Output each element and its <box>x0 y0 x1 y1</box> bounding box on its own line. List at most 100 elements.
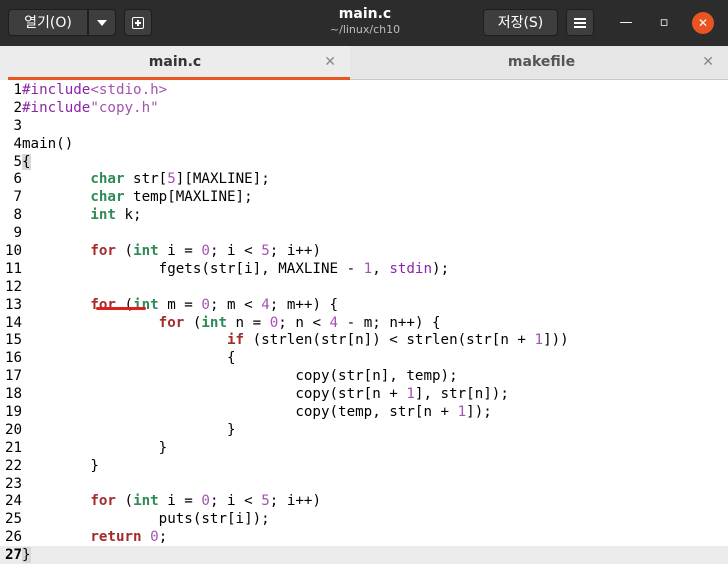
code-token: for <box>90 243 116 260</box>
code-line[interactable]: 2#include"copy.h" <box>5 100 569 118</box>
code-line[interactable]: 6 char str[5][MAXLINE]; <box>5 171 569 189</box>
code-token: (strlen(str[n]) < strlen(str[n + <box>244 332 535 349</box>
new-tab-icon <box>132 17 144 29</box>
code-line[interactable]: 22 } <box>5 458 569 476</box>
code-token: 4 <box>329 314 339 331</box>
code-line[interactable]: 1#include<stdio.h> <box>5 82 569 100</box>
code-token: ( <box>115 243 134 260</box>
code-token: ; i++) <box>269 493 321 510</box>
code-token: ( <box>115 296 134 313</box>
code-token: for <box>90 493 116 510</box>
close-tab-icon[interactable]: ✕ <box>324 46 336 78</box>
code-token: 1 <box>534 332 544 349</box>
window-subtitle: ~/linux/ch10 <box>329 23 401 36</box>
code-content[interactable]: 1#include<stdio.h> 2#include"copy.h" 3 4mai… <box>5 82 569 565</box>
code-token: 5 <box>261 493 270 510</box>
code-editor[interactable]: 1#include<stdio.h> 2#include"copy.h" 3 4mai… <box>0 81 728 566</box>
code-token: } <box>22 439 168 456</box>
window-title: main.c <box>338 6 392 22</box>
code-line[interactable]: 25 puts(str[i]); <box>5 511 569 529</box>
line-number: 22 <box>5 457 23 474</box>
code-line[interactable]: 11 fgets(str[i], MAXLINE - 1, stdin); <box>5 261 569 279</box>
line-number: 25 <box>5 511 23 528</box>
code-line[interactable]: 27} <box>5 547 569 565</box>
code-token: , <box>372 260 390 277</box>
code-token: str[ <box>124 171 168 188</box>
code-line[interactable]: 13 for (int m = 0; m < 4; m++) { <box>5 297 569 315</box>
code-line[interactable]: 20 } <box>5 422 569 440</box>
menu-button[interactable] <box>566 9 594 36</box>
code-token: i = <box>158 493 202 510</box>
line-number: 6 <box>13 171 22 188</box>
code-line[interactable]: 10 for (int i = 0; i < 5; i++) <box>5 243 569 261</box>
code-line[interactable]: 4main() <box>5 136 569 154</box>
code-token: ][MAXLINE]; <box>175 171 270 188</box>
code-token: ); <box>432 260 450 277</box>
code-line[interactable]: 7 char temp[MAXLINE]; <box>5 189 569 207</box>
line-number: 4 <box>13 135 22 152</box>
code-token: 1 <box>406 386 415 403</box>
code-token: #include <box>22 82 91 98</box>
tab-main-c[interactable]: main.c ✕ <box>0 46 350 80</box>
code-line[interactable]: 15 if (strlen(str[n]) < strlen(str[n + 1… <box>5 332 569 350</box>
chevron-down-icon <box>97 20 107 26</box>
code-token: ; i < <box>209 243 262 260</box>
code-token: ])) <box>543 332 569 349</box>
code-token: int <box>90 207 116 224</box>
close-window-button[interactable]: ✕ <box>692 12 714 34</box>
minimize-button[interactable]: — <box>617 14 635 32</box>
red-underline-annotation <box>96 307 146 310</box>
maximize-button[interactable]: ▫ <box>655 14 673 32</box>
new-document-button[interactable] <box>124 9 152 36</box>
code-token: { <box>22 350 236 367</box>
line-number: 16 <box>5 350 23 367</box>
code-token: 5 <box>261 243 270 260</box>
code-line[interactable]: 17 copy(str[n], temp); <box>5 368 569 386</box>
code-line[interactable]: 14 for (int n = 0; n < 4 - m; n++) { <box>5 315 569 333</box>
code-token: i = <box>158 243 202 260</box>
open-button[interactable]: 열기(O) <box>8 9 88 36</box>
code-token: 4 <box>261 296 270 313</box>
open-menu-button[interactable] <box>88 9 116 36</box>
code-line[interactable]: 8 int k; <box>5 207 569 225</box>
code-token: main() <box>22 135 74 152</box>
close-tab-icon[interactable]: ✕ <box>702 46 714 78</box>
code-line[interactable]: 24 for (int i = 0; i < 5; i++) <box>5 493 569 511</box>
code-token: ; n < <box>278 314 330 331</box>
code-line[interactable]: 3 <box>5 118 569 136</box>
code-token: copy(str[n + <box>22 386 407 403</box>
line-number: 7 <box>13 189 22 206</box>
code-line[interactable]: 9 <box>5 225 569 243</box>
code-token: int <box>133 493 159 510</box>
code-line[interactable]: 18 copy(str[n + 1], str[n]); <box>5 386 569 404</box>
tab-bar: main.c ✕ makefile ✕ <box>0 46 728 80</box>
code-line[interactable]: 12 <box>5 279 569 297</box>
line-number: 19 <box>5 404 23 421</box>
code-line[interactable]: 5{ <box>5 153 569 172</box>
code-token: ; i++) <box>269 243 321 260</box>
code-line[interactable]: 16 { <box>5 350 569 368</box>
code-token: 0 <box>269 314 279 331</box>
line-number: 20 <box>5 421 23 438</box>
code-line[interactable]: 19 copy(temp, str[n + 1]); <box>5 404 569 422</box>
code-token: temp[MAXLINE]; <box>124 189 253 206</box>
code-token: char <box>90 171 125 188</box>
line-number: 23 <box>5 475 23 492</box>
line-number: 27 <box>5 547 23 564</box>
code-token: 5 <box>167 171 176 188</box>
code-token: { <box>22 153 31 170</box>
code-token: int <box>133 243 159 260</box>
code-line[interactable]: 23 <box>5 476 569 494</box>
code-line[interactable]: 21 } <box>5 440 569 458</box>
code-line[interactable]: 26 return 0; <box>5 529 569 547</box>
save-button[interactable]: 저장(S) <box>483 9 558 36</box>
line-number: 26 <box>5 529 23 546</box>
tab-makefile[interactable]: makefile ✕ <box>355 46 728 80</box>
line-number: 24 <box>5 493 23 510</box>
code-token: ]); <box>466 404 492 421</box>
